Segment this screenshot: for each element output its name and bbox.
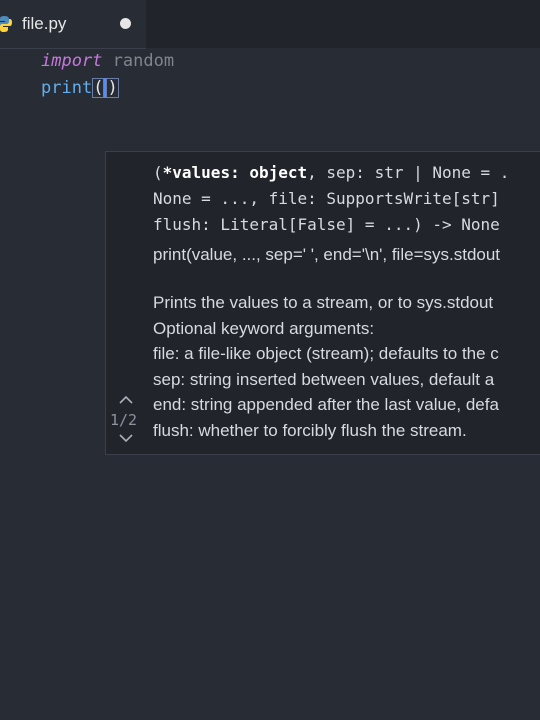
code-line-2[interactable]: print() — [41, 75, 119, 101]
close-paren-highlight: ) — [106, 78, 119, 98]
python-icon — [0, 16, 12, 32]
doc-line: Optional keyword arguments: — [153, 318, 375, 338]
tab-filename: file.py — [22, 14, 67, 33]
doc-line: sep: string inserted between values, def… — [153, 369, 495, 389]
code-line-1[interactable]: import random — [41, 48, 174, 74]
module-name: random — [112, 51, 175, 71]
sig-open: ( — [153, 163, 163, 182]
chevron-down-icon[interactable] — [118, 432, 134, 444]
open-paren-highlight: ( — [92, 78, 105, 98]
keyword-import: import — [41, 51, 103, 71]
signature-text: (*values: object, sep: str | None = . No… — [153, 160, 509, 238]
sig-line1-rest: , sep: str | None = . — [307, 163, 510, 182]
unsaved-dot-icon[interactable] — [120, 18, 131, 29]
sig-line3: flush: Literal[False] = ...) -> None — [153, 215, 500, 234]
doc-line: flush: whether to forcibly flush the str… — [153, 420, 467, 440]
doc-line: Prints the values to a stream, or to sys… — [153, 293, 494, 312]
docstring: Prints the values to a stream, or to sys… — [153, 290, 499, 444]
overload-counter: 1/2 — [110, 411, 138, 429]
sig-line2: None = ..., file: SupportsWrite[str] — [153, 189, 500, 208]
sig-active-param: *values: object — [162, 163, 308, 182]
usage-line: print(value, ..., sep=' ', end='\n', fil… — [153, 245, 501, 264]
doc-line: end: string appended after the last valu… — [153, 395, 499, 415]
signature-help-popup[interactable]: (*values: object, sep: str | None = . No… — [105, 151, 540, 455]
doc-line: file: a file-like object (stream); defau… — [153, 344, 499, 364]
tab-file-py[interactable]: file.py — [0, 0, 146, 49]
function-name: print — [41, 78, 93, 98]
tab-bar: file.py — [0, 0, 540, 49]
code-editor[interactable]: import random print() (*values: object, … — [0, 48, 540, 720]
chevron-up-icon[interactable] — [118, 394, 134, 406]
